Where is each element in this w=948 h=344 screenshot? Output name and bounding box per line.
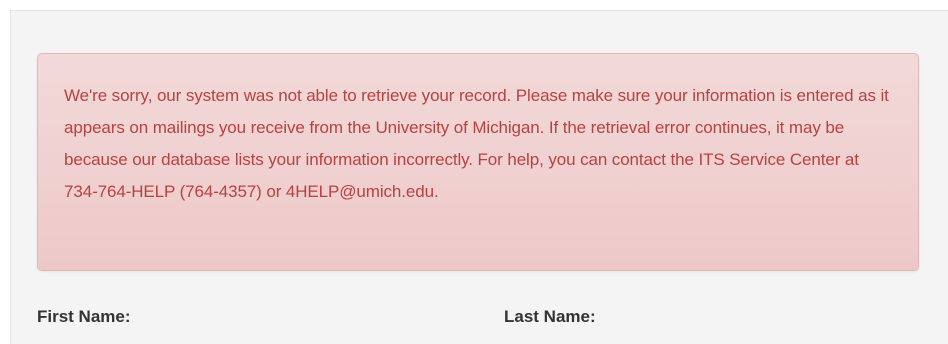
form-panel: We're sorry, our system was not able to …: [10, 10, 948, 344]
first-name-label: First Name:: [37, 307, 131, 326]
error-alert: We're sorry, our system was not able to …: [37, 53, 919, 271]
last-name-label: Last Name:: [504, 307, 596, 326]
error-message: We're sorry, our system was not able to …: [64, 86, 889, 201]
